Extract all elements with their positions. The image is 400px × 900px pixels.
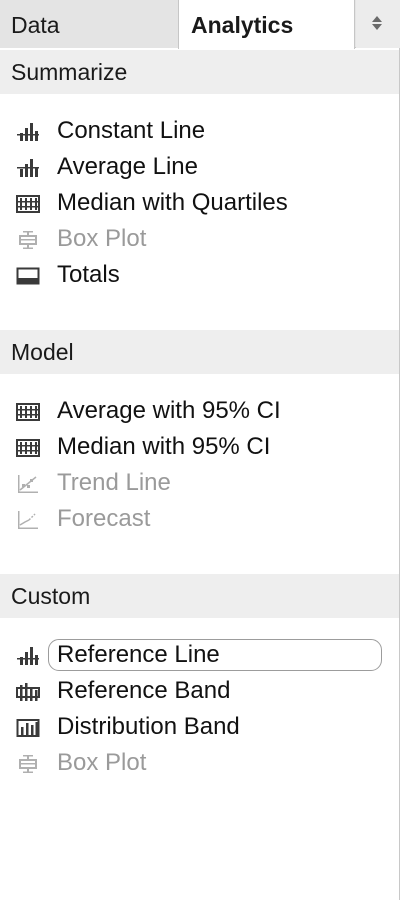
section-header-model: Model (0, 330, 399, 374)
trend-line-icon (18, 475, 38, 493)
item-label: Reference Line (57, 641, 220, 668)
item-label: Trend Line (57, 469, 171, 496)
item-label: Totals (57, 261, 120, 288)
average-line-icon (17, 159, 39, 177)
item-label: Box Plot (57, 225, 147, 252)
list-item-totals[interactable]: Totals (0, 258, 399, 292)
list-item-average-ci[interactable]: Average with 95% CI (0, 394, 399, 428)
tab-analytics[interactable]: Analytics (178, 0, 355, 49)
list-item-median-quartiles[interactable]: Median with Quartiles (0, 186, 399, 220)
reference-line-icon (17, 647, 39, 665)
median-quartiles-icon (16, 195, 40, 213)
box-plot-icon (19, 755, 37, 773)
item-label: Average with 95% CI (57, 397, 281, 424)
section-header-custom: Custom (0, 574, 399, 618)
list-item-constant-line[interactable]: Constant Line (0, 114, 399, 148)
average-ci-icon (16, 403, 40, 421)
reference-band-icon (16, 683, 40, 701)
list-item-average-line[interactable]: Average Line (0, 150, 399, 184)
median-ci-icon (16, 439, 40, 457)
box-plot-icon (19, 231, 37, 249)
item-label: Reference Band (57, 677, 231, 704)
list-item-forecast[interactable]: Forecast (0, 502, 399, 536)
item-label: Constant Line (57, 117, 206, 144)
item-label: Forecast (57, 505, 151, 532)
list-item-reference-line[interactable]: Reference Line (0, 638, 399, 672)
item-label: Distribution Band (57, 713, 240, 740)
list-item-distribution-band[interactable]: Distribution Band (0, 710, 399, 744)
list-item-box-plot[interactable]: Box Plot (0, 222, 399, 256)
distribution-band-icon (16, 719, 40, 737)
item-label: Median with Quartiles (57, 189, 288, 216)
list-item-trend-line[interactable]: Trend Line (0, 466, 399, 500)
item-label: Median with 95% CI (57, 433, 271, 460)
totals-icon (16, 267, 40, 285)
tab-bar: Data Analytics (0, 0, 400, 49)
item-label: Box Plot (57, 749, 147, 776)
item-label: Average Line (57, 153, 198, 180)
constant-line-icon (17, 123, 39, 141)
sort-arrows-icon (372, 16, 382, 30)
list-item-box-plot-custom[interactable]: Box Plot (0, 746, 399, 780)
list-item-median-ci[interactable]: Median with 95% CI (0, 430, 399, 464)
list-item-reference-band[interactable]: Reference Band (0, 674, 399, 708)
tab-data[interactable]: Data (0, 0, 178, 48)
forecast-icon (18, 511, 38, 529)
sort-button[interactable] (356, 0, 400, 48)
analytics-pane: Data Analytics Summarize Constant Line A… (0, 0, 400, 900)
section-header-summarize: Summarize (0, 50, 399, 94)
